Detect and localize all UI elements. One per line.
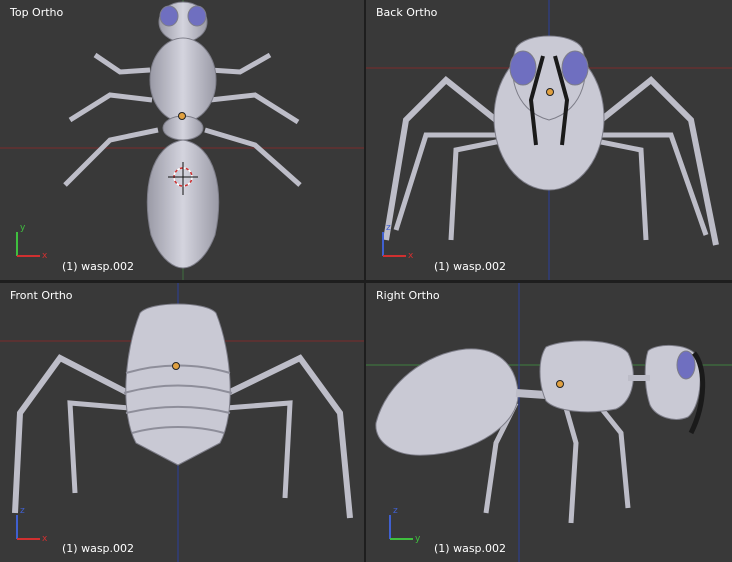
viewport-title: Back Ortho <box>376 6 438 19</box>
wasp-mesh[interactable] <box>63 1 302 269</box>
gizmo-up-label: y <box>20 223 26 233</box>
front-ortho-scene[interactable]: z x <box>0 283 364 562</box>
active-object-label: (1) wasp.002 <box>62 260 135 273</box>
viewport-title: Top Ortho <box>10 6 64 19</box>
top-ortho-scene[interactable]: y x <box>0 0 364 280</box>
active-object-label: (1) wasp.002 <box>62 542 135 555</box>
viewport-title: Front Ortho <box>10 289 73 302</box>
gizmo-right-label: x <box>408 251 414 261</box>
active-object-label: (1) wasp.002 <box>434 260 507 273</box>
gizmo-right-label: y <box>415 534 421 544</box>
object-origin <box>172 362 180 370</box>
viewport-right-ortho[interactable]: z y Right Ortho (1) wasp.002 <box>366 283 732 562</box>
wasp-mesh[interactable] <box>383 35 719 246</box>
object-origin <box>178 112 186 120</box>
object-origin <box>556 380 564 388</box>
back-ortho-scene[interactable]: z x <box>366 0 732 280</box>
viewport-back-ortho[interactable]: z x Back Ortho (1) wasp.002 <box>366 0 732 280</box>
gizmo-right-label: x <box>42 251 48 261</box>
right-ortho-scene[interactable]: z y <box>366 283 732 562</box>
axis-gizmo: z y <box>389 506 421 544</box>
viewport-title: Right Ortho <box>376 289 440 302</box>
active-object-label: (1) wasp.002 <box>434 542 507 555</box>
axis-gizmo: y x <box>16 223 48 261</box>
gizmo-up-label: z <box>386 223 391 233</box>
gizmo-up-label: z <box>393 506 398 516</box>
wasp-mesh[interactable] <box>375 340 706 524</box>
axis-gizmo: z x <box>16 506 48 544</box>
viewport-top-ortho[interactable]: y x Top Ortho (1) wasp.002 <box>0 0 364 280</box>
viewport-front-ortho[interactable]: z x Front Ortho (1) wasp.002 <box>0 283 364 562</box>
gizmo-up-label: z <box>20 506 25 516</box>
object-origin <box>546 88 554 96</box>
gizmo-right-label: x <box>42 534 48 544</box>
wasp-mesh[interactable] <box>12 303 353 519</box>
